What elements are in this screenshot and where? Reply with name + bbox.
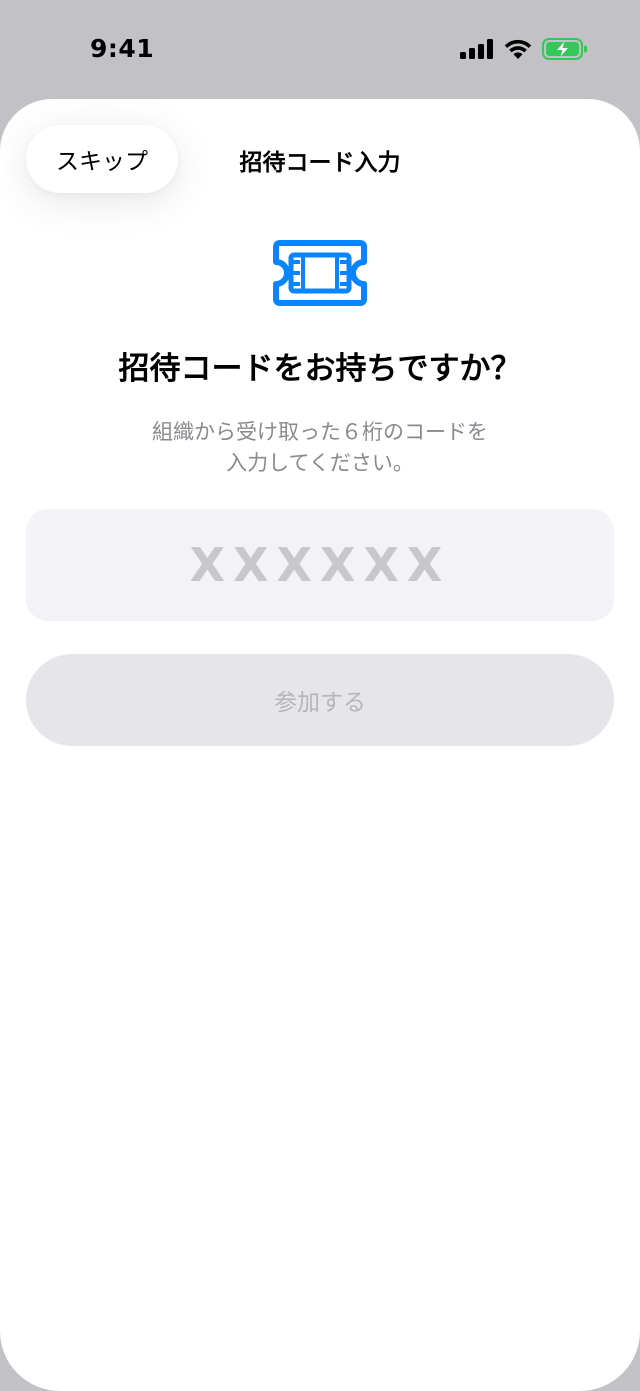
description-line-2: 入力してください。 xyxy=(226,451,414,475)
code-field[interactable] xyxy=(26,509,614,621)
description: 組織から受け取った６桁のコードを 入力してください。 xyxy=(120,417,520,479)
invite-code-sheet: スキップ 招待コード入力 招待コードをお持ちですか？ 組織から受け取った６桁のコ… xyxy=(0,99,640,1391)
description-line-1: 組織から受け取った６桁のコードを xyxy=(152,420,488,444)
battery-charging-icon xyxy=(542,38,587,60)
nav-title: 招待コード入力 xyxy=(239,150,401,176)
ticket-icon xyxy=(273,240,367,306)
status-time: 9:41 xyxy=(90,34,155,63)
join-button[interactable]: 参加する xyxy=(26,654,614,746)
status-bar: 9:41 xyxy=(0,0,640,100)
invite-code-input[interactable] xyxy=(38,537,602,593)
status-icons xyxy=(460,38,588,60)
headline: 招待コードをお持ちですか？ xyxy=(118,351,522,387)
wifi-icon xyxy=(504,39,532,59)
cellular-signal-icon xyxy=(460,39,493,59)
